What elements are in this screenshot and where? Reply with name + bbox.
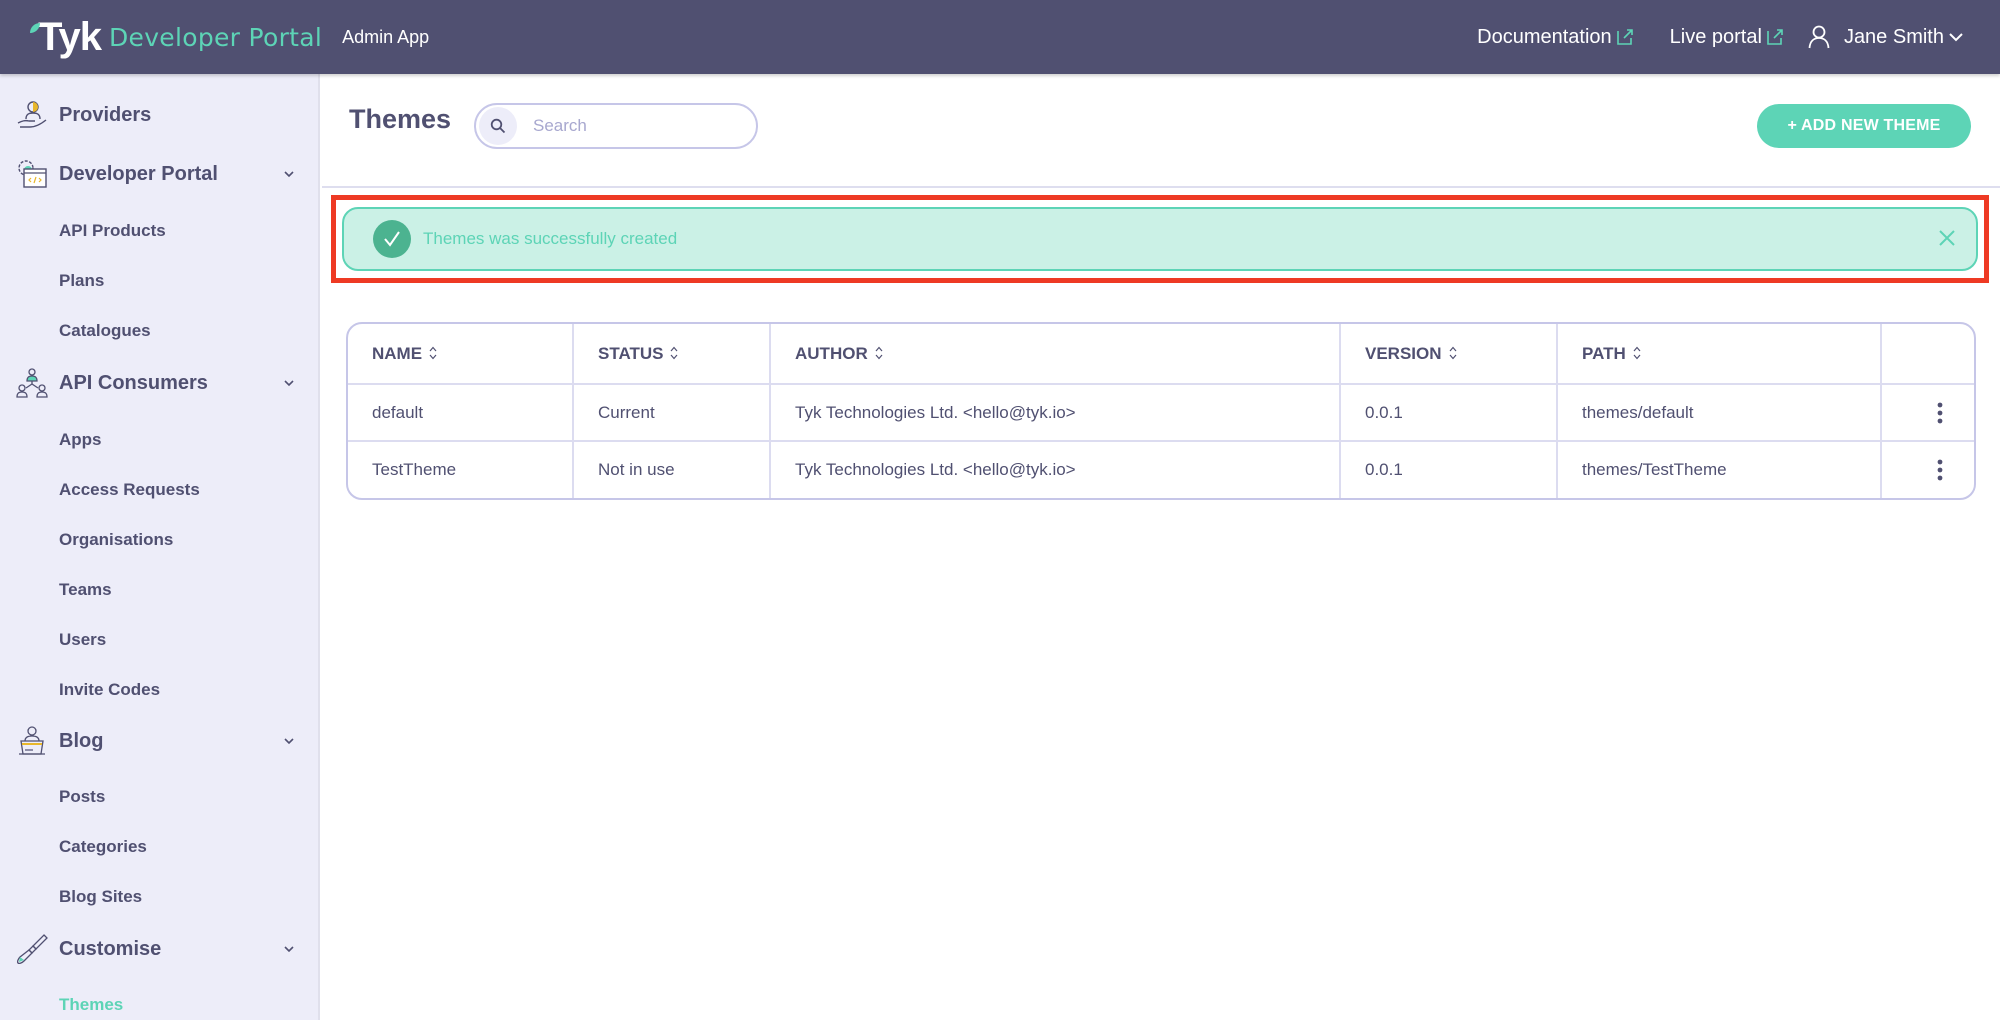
sidebar-item-blog-sites[interactable]: Blog Sites xyxy=(59,885,142,909)
sidebar-section-label: API Consumers xyxy=(59,371,208,394)
cell-actions xyxy=(1881,384,1974,442)
developer-portal-icon xyxy=(18,160,47,188)
table-row[interactable]: default Current Tyk Technologies Ltd. <h… xyxy=(348,384,1974,442)
cell-author: Tyk Technologies Ltd. <hello@tyk.io> xyxy=(770,441,1341,498)
chevron-down-icon xyxy=(284,738,294,745)
alert-message: Themes was successfully created xyxy=(423,229,678,248)
sidebar-section-developer-portal[interactable]: Developer Portal xyxy=(0,154,320,194)
page-title: Themes xyxy=(349,104,452,134)
cell-version: 0.0.1 xyxy=(1340,441,1558,498)
search-button[interactable] xyxy=(479,107,517,145)
chevron-down-icon xyxy=(284,946,294,953)
search-icon xyxy=(490,118,506,134)
sidebar-item-organisations[interactable]: Organisations xyxy=(59,528,173,552)
sidebar-section-customise[interactable]: Customise xyxy=(0,929,320,969)
sidebar-item-themes[interactable]: Themes xyxy=(59,993,123,1017)
cell-status: Not in use xyxy=(573,441,771,498)
sidebar-item-access-requests[interactable]: Access Requests xyxy=(59,478,200,502)
check-circle-icon xyxy=(373,220,411,258)
sidebar-item-categories[interactable]: Categories xyxy=(59,835,147,859)
live-portal-label: Live portal xyxy=(1669,25,1762,48)
sidebar-section-label: Blog xyxy=(59,729,104,752)
blog-icon xyxy=(19,726,45,755)
column-label: VERSION xyxy=(1365,343,1442,363)
sort-icon xyxy=(671,346,678,359)
sidebar-section-providers[interactable]: Providers xyxy=(0,95,320,135)
top-bar: Tyk Developer Portal Admin App Documenta… xyxy=(0,0,2000,74)
sidebar-section-api-consumers[interactable]: API Consumers xyxy=(0,363,320,403)
sort-icon xyxy=(875,346,883,359)
chevron-down-icon xyxy=(284,171,294,178)
add-new-theme-button[interactable]: + ADD NEW THEME xyxy=(1757,104,1971,148)
cell-version: 0.0.1 xyxy=(1340,384,1558,442)
sidebar: Providers Developer Portal API Products … xyxy=(0,74,320,1020)
cell-status: Current xyxy=(573,384,771,442)
paintbrush-icon xyxy=(16,934,48,965)
column-header-path[interactable]: PATH xyxy=(1557,324,1882,385)
column-label: NAME xyxy=(372,343,423,363)
themes-table: NAME STATUS AUTHOR VERSION PATH default … xyxy=(346,322,1976,500)
sidebar-item-invite-codes[interactable]: Invite Codes xyxy=(59,678,160,702)
sort-icon xyxy=(429,346,437,359)
sidebar-item-api-products[interactable]: API Products xyxy=(59,219,166,243)
sidebar-item-catalogues[interactable]: Catalogues xyxy=(59,319,151,343)
column-header-actions xyxy=(1881,324,1974,385)
documentation-label: Documentation xyxy=(1477,25,1612,48)
column-header-status[interactable]: STATUS xyxy=(573,324,771,385)
cell-path: themes/default xyxy=(1557,384,1882,442)
user-icon xyxy=(1808,25,1830,49)
providers-hand-icon xyxy=(17,101,47,128)
sidebar-item-plans[interactable]: Plans xyxy=(59,269,104,293)
sidebar-item-teams[interactable]: Teams xyxy=(59,578,112,602)
column-label: STATUS xyxy=(598,343,664,363)
tyk-logo: Tyk xyxy=(30,15,102,59)
cell-name: default xyxy=(348,384,574,442)
kebab-menu-icon[interactable] xyxy=(1937,402,1943,424)
api-consumers-icon xyxy=(16,368,48,398)
cell-actions xyxy=(1881,441,1974,498)
column-label: AUTHOR xyxy=(795,343,868,363)
cell-path: themes/TestTheme xyxy=(1557,441,1882,498)
sidebar-item-posts[interactable]: Posts xyxy=(59,785,105,809)
search-input[interactable] xyxy=(533,116,733,136)
column-header-name[interactable]: NAME xyxy=(348,324,574,385)
external-link-icon xyxy=(1767,29,1783,45)
chevron-down-icon xyxy=(1949,33,1963,42)
sort-icon xyxy=(1449,346,1456,359)
brand[interactable]: Tyk Developer Portal Admin App xyxy=(30,17,429,57)
column-header-version[interactable]: VERSION xyxy=(1340,324,1558,385)
main-content: Themes + ADD NEW THEME Themes was succes… xyxy=(322,74,2000,1020)
search-box[interactable] xyxy=(474,103,758,149)
sidebar-section-label: Providers xyxy=(59,103,152,126)
sidebar-item-apps[interactable]: Apps xyxy=(59,428,102,452)
chevron-down-icon xyxy=(284,380,294,387)
close-icon[interactable] xyxy=(1936,227,1958,249)
cell-author: Tyk Technologies Ltd. <hello@tyk.io> xyxy=(770,384,1341,442)
column-label: PATH xyxy=(1582,343,1626,363)
sidebar-section-blog[interactable]: Blog xyxy=(0,721,320,761)
documentation-link[interactable]: Documentation xyxy=(1477,26,1634,49)
app-name: Admin App xyxy=(342,26,430,47)
sidebar-item-users[interactable]: Users xyxy=(59,628,106,652)
page-header: Themes + ADD NEW THEME xyxy=(322,74,2000,188)
column-header-author[interactable]: AUTHOR xyxy=(770,324,1341,385)
logo-text: Tyk xyxy=(38,15,102,59)
live-portal-link[interactable]: Live portal xyxy=(1670,26,1784,49)
user-name: Jane Smith xyxy=(1843,25,1944,48)
product-name: Developer Portal xyxy=(108,22,323,52)
external-link-icon xyxy=(1616,29,1633,45)
table-row[interactable]: TestTheme Not in use Tyk Technologies Lt… xyxy=(348,441,1974,498)
table-header-row: NAME STATUS AUTHOR VERSION PATH xyxy=(348,324,1974,385)
kebab-menu-icon[interactable] xyxy=(1937,459,1943,481)
sidebar-section-label: Developer Portal xyxy=(59,162,218,185)
user-menu[interactable]: Jane Smith xyxy=(1808,25,1964,49)
sort-icon xyxy=(1633,346,1641,359)
sidebar-section-label: Customise xyxy=(59,937,162,960)
cell-name: TestTheme xyxy=(348,441,574,498)
success-alert: Themes was successfully created xyxy=(342,207,1978,271)
